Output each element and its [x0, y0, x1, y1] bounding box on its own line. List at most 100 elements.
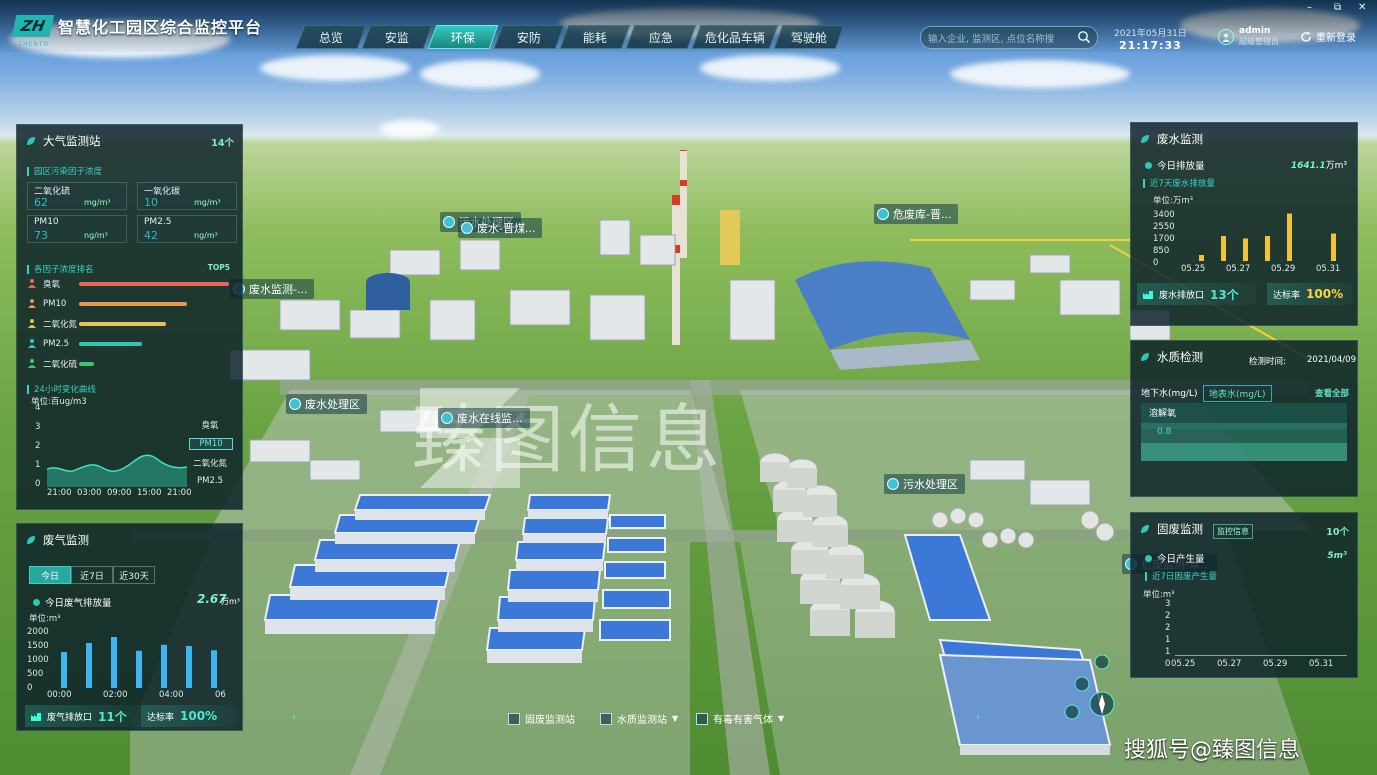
- current-date: 2021年05月31日: [1114, 29, 1187, 39]
- user-info[interactable]: admin 超级管理员: [1218, 26, 1279, 47]
- search-input[interactable]: 输入企业, 监测区, 点位名称搜: [928, 31, 1054, 45]
- metric-unit: ng/m³: [84, 231, 108, 240]
- water-today-value: 1641.1: [1290, 161, 1326, 171]
- layer-filter[interactable]: 有毒有害气体 ▼: [696, 711, 784, 726]
- checkbox[interactable]: [508, 712, 520, 725]
- view-all-link[interactable]: 查看全部: [1315, 387, 1349, 399]
- y-tick: 2: [1165, 611, 1171, 621]
- metric-value: 73: [34, 229, 48, 242]
- water-today: 今日排放量: [1145, 158, 1205, 172]
- solid-today-value: 5m³: [1327, 551, 1347, 561]
- tab-surface-water[interactable]: 地表水(mg/L): [1203, 385, 1272, 402]
- tab-4[interactable]: 能耗: [559, 25, 631, 49]
- quality-check-time: 2021/04/09: [1307, 355, 1356, 365]
- water-outlet: 废水排放口 13个: [1137, 283, 1257, 305]
- tab-1[interactable]: 安监: [361, 25, 433, 49]
- air-curve-chart: [47, 454, 187, 487]
- map-marker[interactable]: 污水处理区: [884, 474, 965, 494]
- tab-label: 总览: [318, 30, 343, 45]
- tab-7[interactable]: 驾驶舱: [773, 25, 845, 49]
- person-icon: [27, 298, 37, 311]
- legend-item[interactable]: PM10: [189, 438, 233, 450]
- tab-5[interactable]: 应急: [625, 25, 697, 49]
- gas-bar-chart: [61, 637, 217, 688]
- current-time: 21:17:33: [1119, 39, 1182, 52]
- map-tools[interactable]: [1060, 648, 1120, 728]
- rank-row: PM2.5: [27, 338, 69, 350]
- app-title: 智慧化工园区综合监控平台: [58, 18, 263, 37]
- map-pin-icon: [289, 398, 301, 410]
- restore-button[interactable]: ⧉: [1334, 2, 1341, 13]
- tab-groundwater[interactable]: 地下水(mg/L): [1141, 386, 1198, 399]
- x-tick: 05.31: [1316, 264, 1341, 274]
- metric-value: 10: [144, 196, 158, 209]
- x-tick: 05.29: [1271, 264, 1296, 274]
- map-marker[interactable]: 废水处理区: [286, 394, 367, 414]
- tab-0[interactable]: 总览: [295, 25, 367, 49]
- quality-row-value: 0.8: [1157, 427, 1172, 437]
- gas-rate-label: 达标率: [147, 712, 175, 723]
- x-tick: 05.25: [1181, 264, 1206, 274]
- rank-tag: TOP5: [207, 263, 230, 272]
- tab-3[interactable]: 安防: [493, 25, 565, 49]
- water-rate: 达标率 100%: [1267, 283, 1353, 305]
- metric-value: 62: [34, 196, 48, 209]
- water-outlet-value: 13个: [1210, 287, 1239, 302]
- person-icon: [27, 338, 37, 351]
- search-icon[interactable]: [1077, 30, 1091, 44]
- chevron-down-icon[interactable]: ▼: [672, 714, 678, 723]
- search-box[interactable]: 输入企业, 监测区, 点位名称搜: [920, 26, 1098, 49]
- air-curve-title: 24小时变化曲线: [27, 383, 96, 395]
- legend-item[interactable]: 二氧化氮: [189, 457, 231, 469]
- x-tick: 09:00: [107, 488, 132, 498]
- tab-2[interactable]: 环保: [427, 25, 499, 49]
- air-factor-title: 园区污染因子浓度: [27, 165, 102, 177]
- checkbox[interactable]: [600, 712, 612, 725]
- y-tick: 2000: [27, 627, 49, 637]
- gas-title-label: 废气监测: [43, 533, 89, 547]
- solid-axis-line: [1175, 655, 1347, 656]
- rank-label: PM2.5: [43, 339, 69, 349]
- layer-filter[interactable]: 固废监测站: [508, 711, 575, 726]
- air-curve-title-label: 24小时变化曲线: [34, 385, 96, 395]
- water-panel-title: 废水监测: [1139, 131, 1203, 147]
- right-arrow-icon[interactable]: ›: [976, 712, 986, 723]
- x-tick: 15:00: [137, 488, 162, 498]
- layer-filter-label: 固废监测站: [525, 715, 575, 726]
- checkbox[interactable]: [696, 712, 708, 725]
- left-arrow-icon[interactable]: ‹: [292, 712, 302, 723]
- map-marker[interactable]: 废水-晋煤...: [458, 218, 543, 238]
- quality-title-label: 水质检测: [1157, 350, 1203, 364]
- map-pin-icon: [443, 216, 455, 228]
- rank-label: PM10: [43, 299, 67, 309]
- y-tick: 500: [27, 669, 44, 679]
- minimize-button[interactable]: –: [1307, 2, 1312, 13]
- air-rank-title-label: 各因子浓度排名: [34, 265, 94, 275]
- relogin-button[interactable]: 重新登录: [1300, 29, 1356, 44]
- gas-period-tab[interactable]: 近30天: [113, 566, 155, 584]
- water-bar-chart: [1199, 213, 1336, 261]
- metric-label: PM2.5: [144, 217, 172, 227]
- solid-monitor-tag[interactable]: 监控信息: [1213, 524, 1253, 539]
- tab-6[interactable]: 危化品车辆: [691, 25, 779, 49]
- metric-unit: mg/m³: [84, 198, 111, 207]
- legend-item[interactable]: PM2.5: [189, 476, 231, 486]
- chevron-down-icon[interactable]: ▼: [778, 714, 784, 723]
- gas-today-unit: 万m³: [221, 597, 240, 606]
- close-button[interactable]: ✕: [1358, 2, 1366, 13]
- gas-period-tab[interactable]: 近7日: [71, 566, 113, 584]
- solid-week-label: 近7日固废产生量: [1152, 572, 1217, 582]
- legend-item[interactable]: 臭氧: [189, 419, 231, 431]
- layer-filter-label: 有毒有害气体: [713, 715, 773, 726]
- gas-period-tab[interactable]: 今日: [29, 566, 71, 584]
- factory-icon: [31, 713, 41, 721]
- map-marker[interactable]: 废水在线监...: [438, 408, 530, 428]
- rank-bar: [79, 282, 229, 286]
- gas-outlet-label: 废气排放口: [47, 712, 93, 723]
- layer-filter[interactable]: 水质监测站 ▼: [600, 711, 678, 726]
- y-tick: 2: [1165, 623, 1171, 633]
- map-marker[interactable]: 危废库-晋...: [874, 204, 959, 224]
- map-marker-label: 污水处理区: [903, 478, 958, 491]
- rank-bar: [79, 302, 187, 306]
- layer-icon: [1064, 704, 1080, 720]
